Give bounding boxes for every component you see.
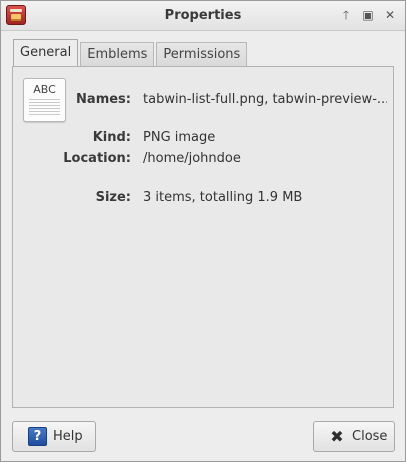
tab-permissions[interactable]: Permissions: [156, 42, 248, 67]
close-window-icon[interactable]: ✕: [380, 5, 400, 25]
help-button[interactable]: ? Help: [12, 421, 96, 452]
names-label: Names:: [76, 92, 131, 107]
tab-general[interactable]: General: [13, 39, 79, 67]
general-panel: [12, 66, 394, 408]
properties-window: Properties 🡑 ▣ ✕ General Emblems Permiss…: [0, 0, 406, 462]
help-button-label: Help: [53, 429, 83, 444]
kind-label: Kind:: [92, 130, 131, 145]
close-icon: ✖: [330, 426, 344, 446]
tab-emblems[interactable]: Emblems: [80, 42, 155, 67]
window-controls: 🡑 ▣ ✕: [336, 5, 400, 25]
close-button-label: Close: [352, 429, 388, 444]
names-value: tabwin-list-full.png, tabwin-preview-...: [143, 92, 387, 107]
size-value: 3 items, totalling 1.9 MB: [143, 190, 303, 205]
location-label: Location:: [63, 151, 131, 166]
shade-up-icon[interactable]: 🡑: [336, 5, 356, 25]
title-bar[interactable]: Properties 🡑 ▣ ✕: [1, 1, 405, 31]
help-icon: ?: [28, 427, 47, 446]
maximize-icon[interactable]: ▣: [358, 5, 378, 25]
location-value: /home/johndoe: [143, 151, 241, 166]
kind-value: PNG image: [143, 130, 216, 145]
size-label: Size:: [95, 190, 131, 205]
tab-bar: General Emblems Permissions: [13, 39, 249, 67]
close-button[interactable]: ✖ Close: [313, 421, 395, 452]
